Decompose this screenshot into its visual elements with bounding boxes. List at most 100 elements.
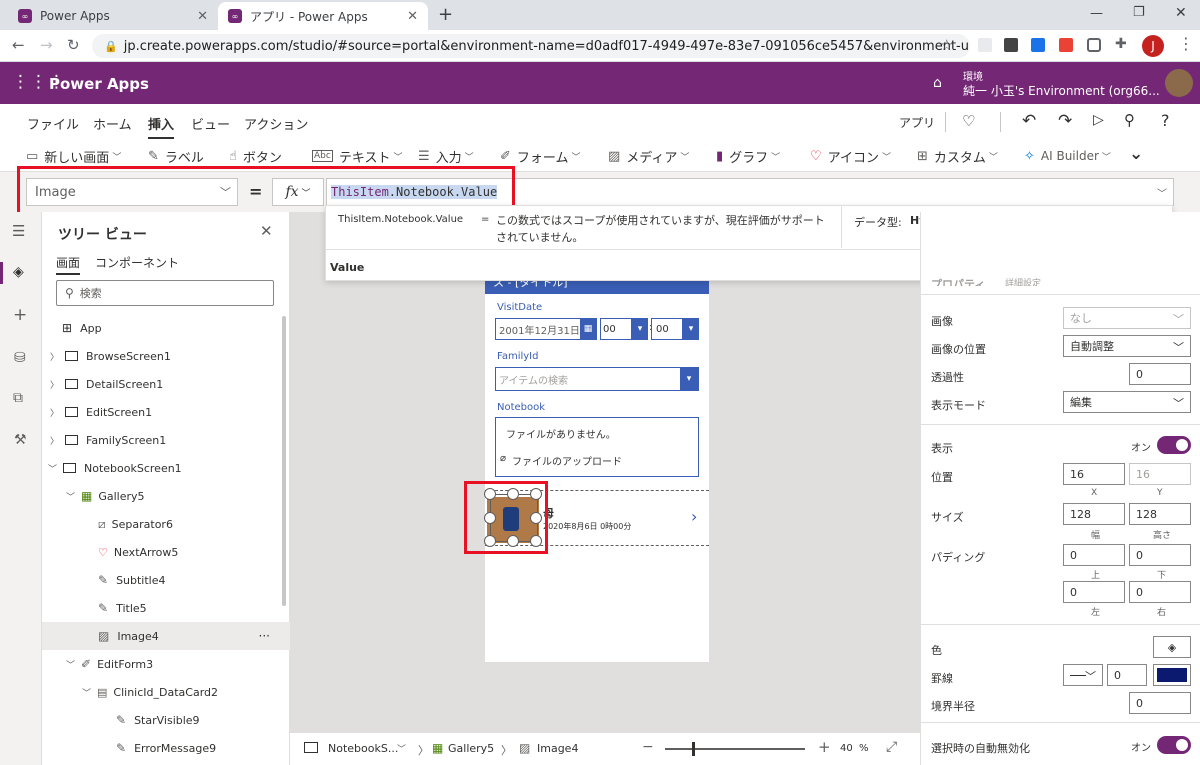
tab-advanced[interactable]: 詳細設定 (1005, 276, 1041, 286)
button-button[interactable]: ☝ ボタン (229, 146, 282, 166)
download-extension-icon[interactable] (1031, 38, 1045, 52)
expand-formula-chevron-icon[interactable]: ﹀ (1157, 185, 1167, 200)
familyid-combobox[interactable]: アイテムの検索 ▾ (495, 367, 699, 391)
back-icon[interactable]: ← (12, 36, 25, 54)
puzzle-extensions-icon[interactable]: ✚ (1115, 36, 1127, 52)
custom-button[interactable]: ⊞ カスタム ﹀ (917, 146, 998, 166)
minute-dropdown[interactable]: 00 (651, 318, 683, 340)
breadcrumb-image[interactable]: Image4 (537, 742, 578, 755)
menu-file[interactable]: ファイル (27, 114, 79, 133)
share-user-icon[interactable]: ⚲ (1124, 111, 1135, 129)
fill-color-picker[interactable]: ◈ (1153, 636, 1191, 658)
tree-item-clinicid-datacard2[interactable]: ﹀ ▤ ClinicId_DataCard2 (42, 678, 282, 706)
tree-search-input[interactable]: ⚲ 検索 (56, 280, 274, 306)
fit-to-window-icon[interactable]: ⤢ (886, 739, 897, 755)
border-thickness-input[interactable]: 0 (1107, 664, 1147, 686)
tree-item-app[interactable]: ⊞ App (42, 314, 282, 342)
tree-item-detailscreen1[interactable]: 〉 DetailScreen1 (42, 370, 282, 398)
help-icon[interactable]: ? (1161, 111, 1170, 130)
tree-item-starvisible9[interactable]: ✎ StarVisible9 (42, 706, 282, 734)
environment-name[interactable]: 純一 小玉's Environment (org66... (963, 82, 1160, 99)
media-icon[interactable]: ⧉ (13, 390, 23, 406)
tree-item-gallery5[interactable]: ﹀ ▦ Gallery5 (42, 482, 282, 510)
height-input[interactable]: 128 (1129, 503, 1191, 525)
chevron-down-icon[interactable]: ﹀ (397, 742, 406, 755)
input-button[interactable]: ☰ 入力 ﹀ (418, 146, 474, 166)
close-window-icon[interactable]: ✕ (1175, 5, 1187, 21)
tree-item-browsescreen1[interactable]: 〉 BrowseScreen1 (42, 342, 282, 370)
image-prop-dropdown[interactable]: なし ﹀ (1063, 307, 1191, 329)
tree-item-familyscreen1[interactable]: 〉 FamilyScreen1 (42, 426, 282, 454)
browser-menu-icon[interactable]: ⋮ (1178, 34, 1194, 53)
border-color-picker[interactable] (1153, 664, 1191, 686)
padding-top-input[interactable]: 0 (1063, 544, 1125, 566)
tree-item-nextarrow5[interactable]: ♡ NextArrow5 (42, 538, 282, 566)
zoom-slider-thumb[interactable] (692, 742, 695, 756)
tree-view-layers-icon[interactable]: ◈ (13, 264, 24, 280)
icons-button[interactable]: ♡ アイコン ﹀ (810, 146, 891, 166)
border-style-dropdown[interactable]: ﹀ (1063, 664, 1103, 686)
menu-action[interactable]: アクション (244, 114, 308, 133)
chevron-down-icon[interactable]: ▾ (683, 318, 699, 340)
border-radius-input[interactable]: 0 (1129, 692, 1191, 714)
advanced-tools-icon[interactable]: ⚒ (14, 432, 27, 448)
image-position-dropdown[interactable]: 自動調整 ﹀ (1063, 335, 1191, 357)
menu-view[interactable]: ビュー (191, 114, 230, 133)
width-input[interactable]: 128 (1063, 503, 1125, 525)
url-field[interactable]: 🔒 jp.create.powerapps.com/studio/#source… (92, 34, 970, 58)
insert-plus-icon[interactable]: + (13, 305, 27, 325)
hour-dropdown[interactable]: 00 (600, 318, 632, 340)
zoom-out-icon[interactable]: − (642, 739, 654, 755)
visitdate-picker[interactable]: 2001年12月31日 ▦ (495, 318, 597, 340)
ai-builder-button[interactable]: ✧ AI Builder ﹀ (1024, 146, 1111, 166)
padding-left-input[interactable]: 0 (1063, 581, 1125, 603)
extension-icon[interactable] (978, 38, 992, 52)
media-button[interactable]: ▨ メディア ﹀ (608, 146, 689, 166)
close-tab-icon[interactable]: ✕ (197, 9, 208, 24)
app-checker-icon[interactable]: ♡ (962, 112, 975, 130)
padding-right-input[interactable]: 0 (1129, 581, 1191, 603)
visible-toggle[interactable] (1157, 436, 1191, 454)
auto-disable-toggle[interactable] (1157, 736, 1191, 754)
tab-properties[interactable]: プロパティ (931, 276, 985, 286)
tab-screens[interactable]: 画面 (56, 254, 81, 275)
popup-suggestion[interactable]: Value (330, 261, 364, 274)
chevron-down-icon[interactable]: ▾ (632, 318, 648, 340)
app-menu-label[interactable]: アプリ (899, 114, 935, 131)
se-extension-icon[interactable] (1004, 38, 1018, 52)
next-arrow-icon[interactable]: › (691, 507, 697, 526)
tree-item-notebookscreen1[interactable]: ﹀ NotebookScreen1 (42, 454, 282, 482)
zoom-in-icon[interactable]: + (818, 738, 831, 756)
breadcrumb-screen[interactable]: NotebookS... (328, 742, 398, 755)
close-tab-icon[interactable]: ✕ (407, 9, 418, 24)
tree-scrollbar[interactable] (282, 316, 286, 606)
restore-icon[interactable]: ❐ (1133, 5, 1145, 20)
transparency-input[interactable]: 0 (1129, 363, 1191, 385)
chart-button[interactable]: ▮ グラフ ﹀ (716, 146, 780, 166)
browser-tab-powerapps[interactable]: ∞ Power Apps ✕ (8, 2, 218, 30)
more-options-icon[interactable]: ··· (259, 629, 270, 643)
notebook-attachment[interactable]: ファイルがありません。 ⌀ ファイルのアップロード (495, 417, 699, 477)
close-icon[interactable]: ✕ (260, 222, 273, 240)
label-button[interactable]: ✎ ラベル (148, 146, 204, 166)
new-screen-button[interactable]: ▭ 新しい画面 ﹀ (26, 146, 121, 166)
tree-item-image4[interactable]: ▨ Image4 ··· (42, 622, 290, 650)
tree-item-subtitle4[interactable]: ✎ Subtitle4 (42, 566, 282, 594)
upload-link[interactable]: ファイルのアップロード (512, 453, 622, 468)
forward-icon[interactable]: → (40, 36, 53, 54)
display-mode-dropdown[interactable]: 編集 ﹀ (1063, 391, 1191, 413)
new-tab-icon[interactable]: + (438, 4, 453, 25)
more-ribbon-chevron-icon[interactable]: ⌄ (1129, 144, 1143, 164)
tree-item-errormessage9[interactable]: ✎ ErrorMessage9 (42, 734, 282, 762)
tree-item-separator6[interactable]: ⧄ Separator6 (42, 510, 282, 538)
minimize-icon[interactable]: — (1090, 6, 1103, 21)
redo-icon[interactable]: ↷ (1058, 111, 1072, 131)
user-avatar[interactable] (1165, 69, 1193, 97)
play-icon[interactable]: ▷ (1093, 112, 1104, 128)
menu-insert[interactable]: 挿入 (148, 114, 175, 139)
pos-x-input[interactable]: 16 (1063, 463, 1125, 485)
tree-item-editscreen1[interactable]: 〉 EditScreen1 (42, 398, 282, 426)
breadcrumb-gallery[interactable]: Gallery5 (448, 742, 494, 755)
zoom-slider-track[interactable] (665, 748, 805, 750)
bookmark-star-icon[interactable]: ☆ (940, 36, 953, 54)
